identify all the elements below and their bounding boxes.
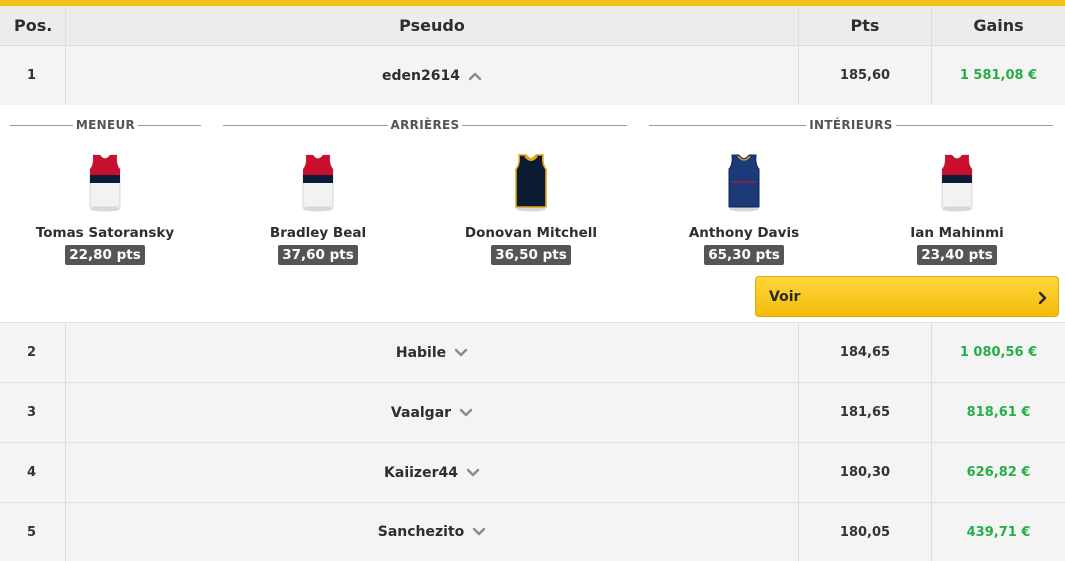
row-pseudo-cell[interactable]: eden2614 (66, 46, 799, 105)
divider (138, 124, 202, 126)
section-label: INTÉRIEURS (809, 118, 893, 132)
row-pts: 181,65 (799, 383, 932, 442)
player-name: Tomas Satoransky (35, 225, 175, 241)
row-pseudo-cell[interactable]: Kaiizer44 (66, 443, 799, 502)
player-name: Ian Mahinmi (910, 225, 1004, 241)
table-row[interactable]: 4 Kaiizer44 180,30 626,82 € (0, 443, 1065, 503)
chevron-down-icon[interactable] (454, 348, 468, 358)
chevron-down-icon[interactable] (459, 408, 473, 418)
jersey-icon (89, 153, 121, 213)
header-pts[interactable]: Pts (799, 6, 932, 45)
divider (10, 124, 73, 126)
row-pos: 4 (0, 443, 66, 502)
team-detail-panel: MENEUR ARRIÈRES INTÉRIEURS Tomas Satoran… (0, 105, 1065, 323)
divider (223, 124, 388, 126)
player-name: Anthony Davis (688, 225, 800, 241)
player-card[interactable]: Tomas Satoransky 22,80 pts (5, 153, 205, 265)
header-gains[interactable]: Gains (932, 6, 1065, 45)
player-score-badge: 22,80 pts (65, 245, 145, 265)
divider (895, 124, 1054, 126)
row-pseudo-cell[interactable]: Habile (66, 323, 799, 382)
chevron-up-icon[interactable] (468, 71, 482, 81)
player-card[interactable]: Anthony Davis 65,30 pts (644, 153, 844, 265)
divider (649, 124, 807, 126)
row-gains: 1 080,56 € (959, 345, 1038, 360)
voir-button[interactable]: Voir (755, 276, 1059, 317)
player-name: Bradley Beal (269, 225, 367, 241)
header-pos[interactable]: Pos. (0, 6, 66, 45)
chevron-down-icon[interactable] (472, 527, 486, 537)
player-name: Donovan Mitchell (464, 225, 598, 241)
jersey-icon (728, 153, 760, 213)
player-card[interactable]: Ian Mahinmi 23,40 pts (857, 153, 1057, 265)
row-pseudo: Habile (395, 344, 447, 361)
divider (462, 124, 628, 126)
table-row[interactable]: 5 Sanchezito 180,05 439,71 € (0, 503, 1065, 561)
player-card[interactable]: Bradley Beal 37,60 pts (218, 153, 418, 265)
row-pos: 5 (0, 503, 66, 561)
row-pseudo: Sanchezito (377, 524, 465, 540)
chevron-right-icon (1038, 290, 1048, 304)
section-meneur: MENEUR (10, 117, 202, 133)
header-pseudo[interactable]: Pseudo (66, 6, 799, 45)
row-pts: 184,65 (799, 323, 932, 382)
voir-label: Voir (769, 288, 801, 305)
section-label: ARRIÈRES (390, 118, 460, 132)
row-gains: 439,71 € (966, 524, 1031, 540)
jersey-icon (302, 153, 334, 213)
row-gains: 1 581,08 € (959, 68, 1038, 83)
row-gains: 818,61 € (966, 405, 1031, 420)
row-pos: 3 (0, 383, 66, 442)
row-pseudo: Vaalgar (390, 404, 452, 421)
table-row[interactable]: 1 eden2614 185,60 1 581,08 € (0, 46, 1065, 106)
row-gains: 626,82 € (966, 465, 1031, 480)
row-pseudo-cell[interactable]: Sanchezito (66, 503, 799, 561)
row-pos: 1 (0, 46, 66, 105)
row-pseudo: eden2614 (382, 67, 460, 84)
chevron-down-icon[interactable] (466, 468, 480, 478)
player-score-badge: 65,30 pts (704, 245, 784, 265)
player-card[interactable]: Donovan Mitchell 36,50 pts (431, 153, 631, 265)
player-score-badge: 36,50 pts (491, 245, 571, 265)
row-pts: 180,05 (799, 503, 932, 561)
section-label: MENEUR (75, 118, 136, 132)
section-interieurs: INTÉRIEURS (649, 117, 1054, 133)
row-pos: 2 (0, 323, 66, 382)
table-row[interactable]: 2 Habile 184,65 1 080,56 € (0, 323, 1065, 383)
table-header: Pos. Pseudo Pts Gains (0, 6, 1065, 46)
jersey-icon (515, 153, 547, 213)
player-score-badge: 23,40 pts (917, 245, 997, 265)
table-row[interactable]: 3 Vaalgar 181,65 818,61 € (0, 383, 1065, 443)
row-pseudo: Kaiizer44 (384, 464, 458, 481)
row-pts: 185,60 (799, 46, 932, 105)
player-score-badge: 37,60 pts (278, 245, 358, 265)
row-pts: 180,30 (799, 443, 932, 502)
jersey-icon (941, 153, 973, 213)
section-arrieres: ARRIÈRES (223, 117, 628, 133)
row-pseudo-cell[interactable]: Vaalgar (66, 383, 799, 442)
